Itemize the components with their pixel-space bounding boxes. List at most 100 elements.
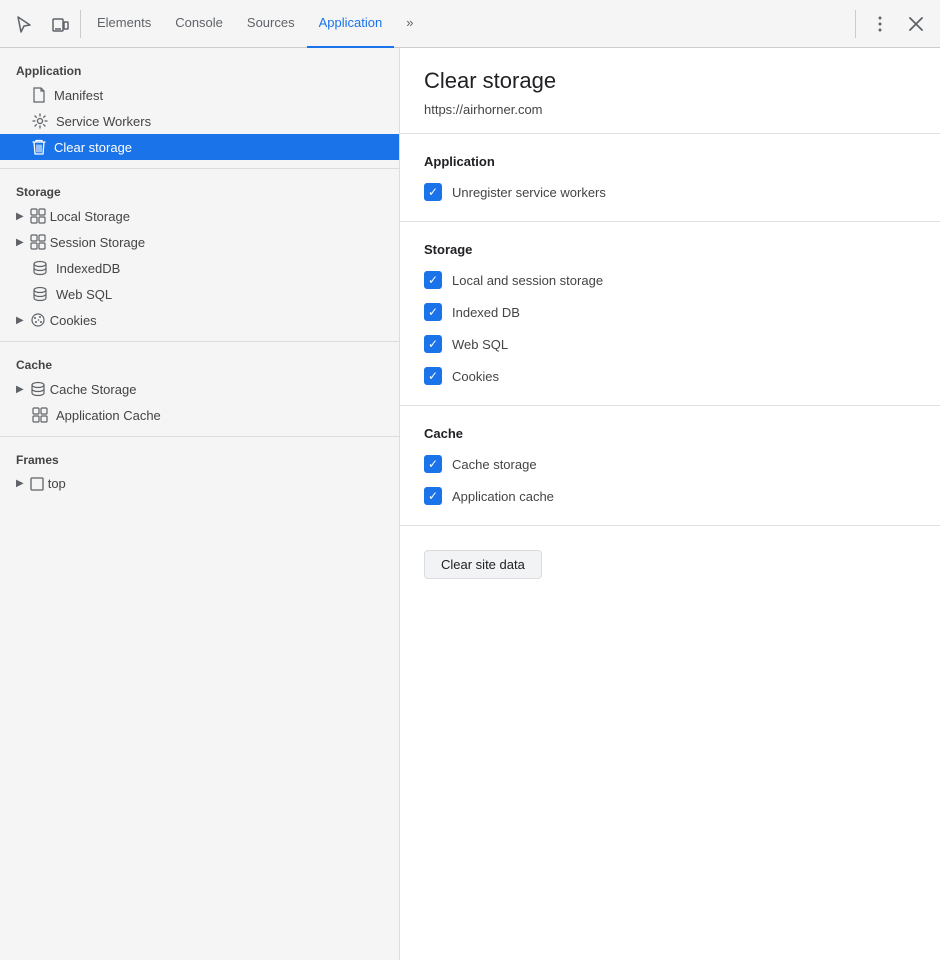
checkmark-icon-indexed: ✓ xyxy=(428,306,438,318)
checkbox-label-cache-storage[interactable]: Cache storage xyxy=(452,457,537,472)
sidebar-item-web-sql[interactable]: Web SQL xyxy=(0,281,399,307)
sidebar-divider-1 xyxy=(0,168,399,169)
sidebar-item-indexed-db-label: IndexedDB xyxy=(56,261,120,276)
sidebar-item-service-workers-label: Service Workers xyxy=(56,114,151,129)
checkbox-label-web-sql[interactable]: Web SQL xyxy=(452,337,508,352)
close-devtools-button[interactable] xyxy=(900,8,932,40)
tab-sources[interactable]: Sources xyxy=(235,0,307,48)
sidebar-divider-2 xyxy=(0,341,399,342)
arrow-right-icon-cache: ▶ xyxy=(16,384,24,395)
main-content: Application Manifest Service Workers xyxy=(0,48,940,960)
device-tool-button[interactable] xyxy=(44,8,76,40)
checkbox-label-cookies[interactable]: Cookies xyxy=(452,369,499,384)
db-icon-websql xyxy=(32,286,48,302)
db-icon-indexed xyxy=(32,260,48,276)
grid-icon-local xyxy=(30,208,46,224)
sidebar-item-session-storage[interactable]: ▶ Session Storage xyxy=(0,229,399,255)
sidebar-item-web-sql-label: Web SQL xyxy=(56,287,112,302)
sidebar-item-manifest[interactable]: Manifest xyxy=(0,82,399,108)
sidebar-item-cache-storage[interactable]: ▶ Cache Storage xyxy=(0,376,399,402)
tab-application[interactable]: Application xyxy=(307,0,395,48)
right-panel: Clear storage https://airhorner.com Appl… xyxy=(400,48,940,960)
frame-icon xyxy=(30,477,44,491)
toolbar-left xyxy=(8,8,76,40)
checkbox-row-local-session: ✓ Local and session storage xyxy=(424,271,916,289)
checkbox-web-sql[interactable]: ✓ xyxy=(424,335,442,353)
sidebar-item-clear-storage-label: Clear storage xyxy=(54,140,132,155)
panel-section-application-title: Application xyxy=(424,154,916,169)
sidebar-item-local-storage-label: Local Storage xyxy=(50,209,130,224)
checkbox-label-unregister-sw[interactable]: Unregister service workers xyxy=(452,185,606,200)
checkmark-icon-cookies: ✓ xyxy=(428,370,438,382)
panel-header: Clear storage https://airhorner.com xyxy=(400,48,940,134)
checkmark-icon-websql: ✓ xyxy=(428,338,438,350)
checkbox-row-unregister-sw: ✓ Unregister service workers xyxy=(424,183,916,201)
clear-button-container: Clear site data xyxy=(400,526,940,603)
checkbox-row-cache-storage: ✓ Cache storage xyxy=(424,455,916,473)
checkbox-label-app-cache[interactable]: Application cache xyxy=(452,489,554,504)
toolbar-divider xyxy=(80,10,81,38)
checkbox-cookies[interactable]: ✓ xyxy=(424,367,442,385)
grid-icon-session xyxy=(30,234,46,250)
toolbar-tabs: Elements Console Sources Application » xyxy=(85,0,851,48)
sidebar-item-app-cache-label: Application Cache xyxy=(56,408,161,423)
panel-section-cache-title: Cache xyxy=(424,426,916,441)
tab-elements[interactable]: Elements xyxy=(85,0,163,48)
checkbox-row-indexed-db: ✓ Indexed DB xyxy=(424,303,916,321)
panel-section-application: Application ✓ Unregister service workers xyxy=(400,134,940,222)
sidebar-item-service-workers[interactable]: Service Workers xyxy=(0,108,399,134)
checkbox-local-session[interactable]: ✓ xyxy=(424,271,442,289)
trash-icon xyxy=(32,139,46,155)
more-options-button[interactable] xyxy=(864,8,896,40)
toolbar-right xyxy=(851,8,932,40)
checkbox-row-app-cache: ✓ Application cache xyxy=(424,487,916,505)
sidebar-section-cache: Cache xyxy=(0,350,399,376)
sidebar-item-top-label: top xyxy=(48,476,66,491)
sidebar-item-cache-storage-label: Cache Storage xyxy=(50,382,137,397)
arrow-right-icon-top: ▶ xyxy=(16,478,24,489)
file-icon xyxy=(32,87,46,103)
sidebar-item-manifest-label: Manifest xyxy=(54,88,103,103)
sidebar-item-app-cache[interactable]: Application Cache xyxy=(0,402,399,428)
sidebar-item-top-frame[interactable]: ▶ top xyxy=(0,471,399,496)
arrow-right-icon-session: ▶ xyxy=(16,237,24,248)
checkbox-unregister-sw[interactable]: ✓ xyxy=(424,183,442,201)
checkmark-icon-local: ✓ xyxy=(428,274,438,286)
sidebar-item-session-storage-label: Session Storage xyxy=(50,235,145,250)
tab-more[interactable]: » xyxy=(394,0,425,48)
checkbox-row-cookies: ✓ Cookies xyxy=(424,367,916,385)
clear-site-data-button[interactable]: Clear site data xyxy=(424,550,542,579)
toolbar: Elements Console Sources Application » xyxy=(0,0,940,48)
panel-section-storage: Storage ✓ Local and session storage ✓ In… xyxy=(400,222,940,406)
checkbox-indexed-db[interactable]: ✓ xyxy=(424,303,442,321)
grid-icon-appcache xyxy=(32,407,48,423)
checkmark-icon-cache: ✓ xyxy=(428,458,438,470)
db-icon-cache xyxy=(30,381,46,397)
checkbox-app-cache[interactable]: ✓ xyxy=(424,487,442,505)
panel-url: https://airhorner.com xyxy=(424,102,916,117)
arrow-right-icon: ▶ xyxy=(16,211,24,222)
sidebar-divider-3 xyxy=(0,436,399,437)
sidebar: Application Manifest Service Workers xyxy=(0,48,400,960)
panel-title: Clear storage xyxy=(424,68,916,94)
sidebar-item-cookies[interactable]: ▶ Cookies xyxy=(0,307,399,333)
sidebar-item-clear-storage[interactable]: Clear storage xyxy=(0,134,399,160)
sidebar-item-local-storage[interactable]: ▶ Local Storage xyxy=(0,203,399,229)
arrow-right-icon-cookies: ▶ xyxy=(16,315,24,326)
sidebar-section-application: Application xyxy=(0,56,399,82)
checkmark-icon-appcache: ✓ xyxy=(428,490,438,502)
sidebar-item-indexed-db[interactable]: IndexedDB xyxy=(0,255,399,281)
sidebar-section-frames: Frames xyxy=(0,445,399,471)
toolbar-divider-right xyxy=(855,10,856,38)
checkmark-icon: ✓ xyxy=(428,186,438,198)
sidebar-section-storage: Storage xyxy=(0,177,399,203)
checkbox-cache-storage[interactable]: ✓ xyxy=(424,455,442,473)
checkbox-label-local-session[interactable]: Local and session storage xyxy=(452,273,603,288)
checkbox-label-indexed-db[interactable]: Indexed DB xyxy=(452,305,520,320)
tab-console[interactable]: Console xyxy=(163,0,235,48)
panel-section-cache: Cache ✓ Cache storage ✓ Application cach… xyxy=(400,406,940,526)
cookie-icon xyxy=(30,312,46,328)
panel-section-storage-title: Storage xyxy=(424,242,916,257)
cursor-tool-button[interactable] xyxy=(8,8,40,40)
checkbox-row-web-sql: ✓ Web SQL xyxy=(424,335,916,353)
